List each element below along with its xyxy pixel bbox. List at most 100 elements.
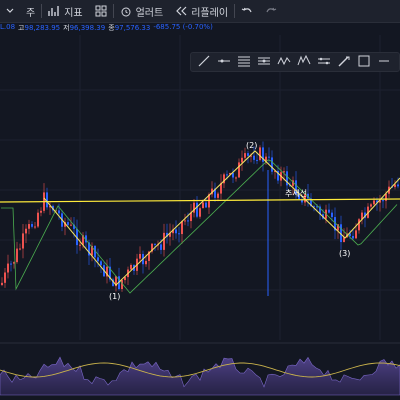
ohlc-legend: L.08 고98,283.95 저96,398.39 종97,576.33 -6… bbox=[0, 23, 213, 35]
redo-button[interactable] bbox=[259, 0, 283, 22]
brush-tool[interactable] bbox=[335, 54, 353, 70]
wave-tool[interactable] bbox=[295, 54, 313, 70]
wave-icon bbox=[297, 53, 311, 72]
rectangle-icon bbox=[357, 53, 371, 72]
candle-body bbox=[253, 155, 255, 160]
candle-body bbox=[196, 202, 198, 217]
candle-body bbox=[10, 263, 12, 265]
wave-1-label: (1) bbox=[109, 292, 120, 301]
trend-line-tool[interactable] bbox=[195, 54, 213, 70]
grid-icon bbox=[95, 5, 107, 17]
candle-body bbox=[358, 219, 360, 231]
candle-body bbox=[40, 210, 42, 213]
drawing-toolbar bbox=[190, 52, 400, 72]
candle-body bbox=[241, 157, 243, 163]
alert-label: 얼러트 bbox=[135, 7, 164, 19]
trend-annotation: 추세선 bbox=[285, 189, 307, 198]
interval-label: 주 bbox=[26, 7, 36, 19]
candle-body bbox=[70, 224, 72, 226]
candle-body bbox=[175, 229, 177, 234]
candle-body bbox=[79, 244, 81, 246]
candle-body bbox=[181, 221, 183, 235]
candle-body bbox=[283, 171, 285, 173]
candle-body bbox=[160, 244, 162, 250]
close-value: 97,576.33 bbox=[114, 24, 151, 32]
candle-body bbox=[25, 228, 27, 234]
candle-body bbox=[187, 220, 189, 222]
candle-body bbox=[1, 282, 3, 285]
candle-body bbox=[355, 230, 357, 239]
candle-body bbox=[4, 272, 6, 283]
candle-body bbox=[31, 224, 33, 227]
candle-body bbox=[58, 210, 60, 214]
interval-button[interactable]: 주 bbox=[20, 0, 41, 22]
candle-body bbox=[67, 222, 69, 225]
candle-body bbox=[268, 156, 270, 158]
chevron-down-icon bbox=[4, 5, 16, 17]
top-toolbar: 주 지표 얼러트 리플레이 bbox=[0, 0, 400, 23]
candle-body bbox=[154, 243, 156, 245]
candle-body bbox=[259, 147, 261, 160]
fib-icon bbox=[237, 53, 251, 72]
rectangle-tool[interactable] bbox=[355, 54, 373, 70]
layout-button[interactable] bbox=[89, 0, 113, 22]
candle-body bbox=[130, 264, 132, 270]
candle-body bbox=[178, 233, 180, 235]
zigzag-tool[interactable] bbox=[275, 54, 293, 70]
candle-body bbox=[247, 153, 249, 156]
brush-icon bbox=[337, 53, 351, 72]
more-icon bbox=[377, 53, 391, 72]
pitchfork-tool[interactable] bbox=[255, 54, 273, 70]
candle-body bbox=[205, 202, 207, 208]
candle-body bbox=[235, 177, 237, 179]
replay-button[interactable]: 리플레이 bbox=[169, 0, 234, 22]
indicators-button[interactable]: 지표 bbox=[42, 0, 88, 22]
candle-body bbox=[352, 235, 354, 239]
open-value: L.08 bbox=[0, 23, 16, 31]
candle-body bbox=[397, 184, 399, 187]
candle-body bbox=[19, 248, 21, 250]
candle-body bbox=[217, 193, 219, 198]
candle-body bbox=[373, 200, 375, 205]
candle-body bbox=[16, 248, 18, 263]
wave-3-label: (3) bbox=[339, 249, 350, 258]
candle-body bbox=[163, 232, 165, 250]
alarm-clock-icon bbox=[120, 5, 132, 17]
candle-body bbox=[244, 153, 246, 158]
candle-body bbox=[22, 233, 24, 249]
candle-body bbox=[37, 212, 39, 227]
fib-tool[interactable] bbox=[235, 54, 253, 70]
candle-body bbox=[331, 212, 333, 218]
candle-body bbox=[184, 220, 186, 222]
ruler-icon bbox=[317, 53, 331, 72]
high-value: 98,283.95 bbox=[24, 24, 61, 32]
redo-icon bbox=[265, 5, 277, 17]
candle-body bbox=[46, 192, 48, 208]
candle-body bbox=[199, 208, 201, 217]
indicators-icon bbox=[48, 5, 60, 17]
candle-body bbox=[100, 261, 102, 266]
candle-body bbox=[7, 263, 9, 273]
candle-body bbox=[232, 173, 234, 178]
pitchfork-icon bbox=[257, 53, 271, 72]
chart-type-button[interactable] bbox=[0, 0, 20, 22]
candle-body bbox=[97, 257, 99, 262]
more-tool[interactable] bbox=[375, 54, 393, 70]
candle-body bbox=[238, 162, 240, 178]
undo-button[interactable] bbox=[235, 0, 259, 22]
ruler-tool[interactable] bbox=[315, 54, 333, 70]
alert-button[interactable]: 얼러트 bbox=[114, 0, 170, 22]
candle-body bbox=[382, 200, 384, 202]
horizontal-ray-tool[interactable] bbox=[215, 54, 233, 70]
candle-body bbox=[370, 204, 372, 207]
candle-body bbox=[226, 174, 228, 176]
rewind-icon bbox=[175, 5, 187, 17]
undo-icon bbox=[241, 5, 253, 17]
horizontal-ray-icon bbox=[217, 53, 231, 72]
candle-body bbox=[271, 157, 273, 172]
replay-label: 리플레이 bbox=[191, 7, 229, 19]
candle-body bbox=[28, 224, 30, 229]
wave-2-label: (2) bbox=[246, 141, 257, 150]
candle-body bbox=[328, 209, 330, 213]
zigzag-icon bbox=[277, 53, 291, 72]
